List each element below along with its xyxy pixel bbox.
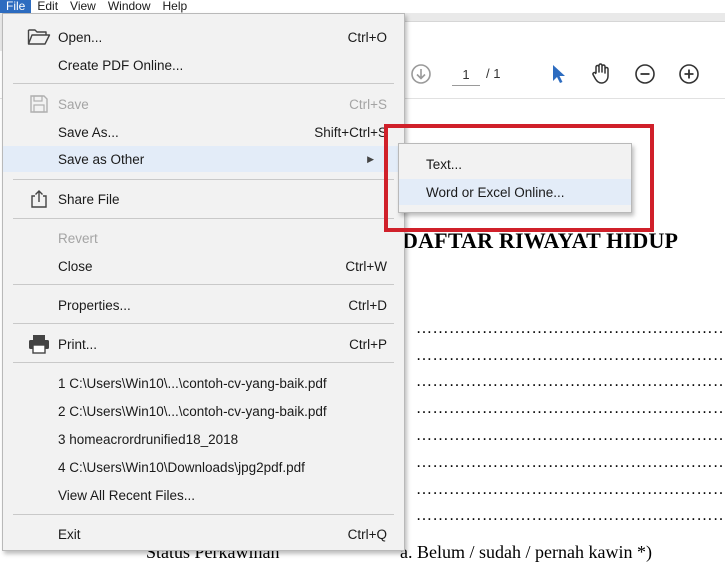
menu-separator [13,514,394,515]
menu-item-view-all-recent[interactable]: View All Recent Files... [3,482,404,508]
recent-file-label: 4 C:\Users\Win10\Downloads\jpg2pdf.pdf [58,459,305,475]
share-icon [27,189,51,209]
menu-item-close[interactable]: Close Ctrl+W [3,253,404,279]
submenu-item-text[interactable]: Text... [399,151,631,177]
dotted-line: ……………………………………………………………… [416,402,725,417]
submenu-item-label: Text... [426,156,463,172]
dotted-line: ……………………………………………………………… [416,456,725,471]
recent-file-label: 2 C:\Users\Win10\...\contoh-cv-yang-baik… [58,403,327,419]
document-title: DAFTAR RIWAYAT HIDUP [402,228,679,253]
menu-item-label: Save As... [58,124,119,140]
dotted-line: ……………………………………………………………… [416,322,725,337]
dotted-line: ……………………………………………………………… [416,429,725,444]
menu-separator [13,218,394,219]
file-menu: Open... Ctrl+O Create PDF Online... Save… [2,13,405,551]
menu-item-label: Save [58,96,89,112]
menu-item-label: View All Recent Files... [58,487,196,503]
menu-item-save: Save Ctrl+S [3,91,404,117]
menu-item-revert: Revert [3,225,404,251]
menu-window[interactable]: Window [102,0,157,13]
printer-icon [27,334,51,354]
dotted-line: ……………………………………………………………… [416,483,725,498]
menu-item-label: Revert [58,230,98,246]
menu-item-save-as-other[interactable]: Save as Other ▶ [3,146,404,172]
menu-item-print[interactable]: Print... Ctrl+P [3,331,404,357]
recent-file-item[interactable]: 1 C:\Users\Win10\...\contoh-cv-yang-baik… [3,370,404,396]
select-pointer-icon[interactable] [547,63,569,85]
recent-file-label: 3 homeacrordrunified18_2018 [58,431,239,447]
menu-separator [13,83,394,84]
menu-item-shortcut: Ctrl+S [349,96,387,112]
menu-bar: File Edit View Window Help [0,0,725,13]
menu-item-save-as[interactable]: Save As... Shift+Ctrl+S [3,119,404,145]
recent-file-item[interactable]: 2 C:\Users\Win10\...\contoh-cv-yang-baik… [3,398,404,424]
folder-open-icon [27,27,51,47]
dotted-line: ……………………………………………………………… [416,349,725,364]
menu-item-label: Print... [58,336,98,352]
menu-separator [13,179,394,180]
menu-item-label: Create PDF Online... [58,57,184,73]
menu-item-label: Close [58,258,93,274]
menu-item-shortcut: Ctrl+D [348,297,387,313]
menu-item-label: Save as Other [58,151,145,167]
menu-edit[interactable]: Edit [31,0,64,13]
menu-item-share-file[interactable]: Share File [3,186,404,212]
menu-item-open[interactable]: Open... Ctrl+O [3,24,404,50]
submenu-item-word-excel-online[interactable]: Word or Excel Online... [399,179,631,205]
menu-item-shortcut: Ctrl+W [345,258,387,274]
page-total: / 1 [486,66,501,81]
menu-help[interactable]: Help [157,0,194,13]
recent-file-label: 1 C:\Users\Win10\...\contoh-cv-yang-baik… [58,375,327,391]
zoom-in-icon[interactable] [677,63,701,85]
dotted-line: ……………………………………………………………… [416,509,725,524]
submenu-item-label: Word or Excel Online... [426,184,565,200]
save-as-other-submenu: Text... Word or Excel Online... [398,143,632,213]
dotted-line: ……………………………………………………………… [416,375,725,390]
hand-tool-icon[interactable] [588,62,614,84]
document-field-value: a. Belum / sudah / pernah kawin *) [400,542,652,562]
recent-file-item[interactable]: 3 homeacrordrunified18_2018 [3,426,404,452]
menu-item-label: Exit [58,526,81,542]
menu-item-label: Open... [58,29,103,45]
menu-item-shortcut: Shift+Ctrl+S [314,124,387,140]
menu-separator [13,323,394,324]
save-disk-icon [27,94,51,114]
next-page-icon[interactable] [409,63,433,85]
menu-item-properties[interactable]: Properties... Ctrl+D [3,292,404,318]
menu-separator [13,362,394,363]
menu-separator [13,284,394,285]
menu-item-shortcut: Ctrl+O [347,29,387,45]
menu-view[interactable]: View [64,0,102,13]
submenu-arrow-icon: ▶ [367,153,374,164]
menu-item-exit[interactable]: Exit Ctrl+Q [3,521,404,547]
zoom-out-icon[interactable] [633,63,657,85]
menu-item-label: Share File [58,191,120,207]
recent-file-item[interactable]: 4 C:\Users\Win10\Downloads\jpg2pdf.pdf [3,454,404,480]
document-tab[interactable] [404,21,725,52]
menu-item-create-pdf-online[interactable]: Create PDF Online... [3,52,404,78]
page-number-input[interactable] [452,63,480,86]
menu-file[interactable]: File [0,0,32,13]
menu-item-shortcut: Ctrl+Q [347,526,387,542]
menu-item-shortcut: Ctrl+P [349,336,387,352]
menu-item-label: Properties... [58,297,131,313]
